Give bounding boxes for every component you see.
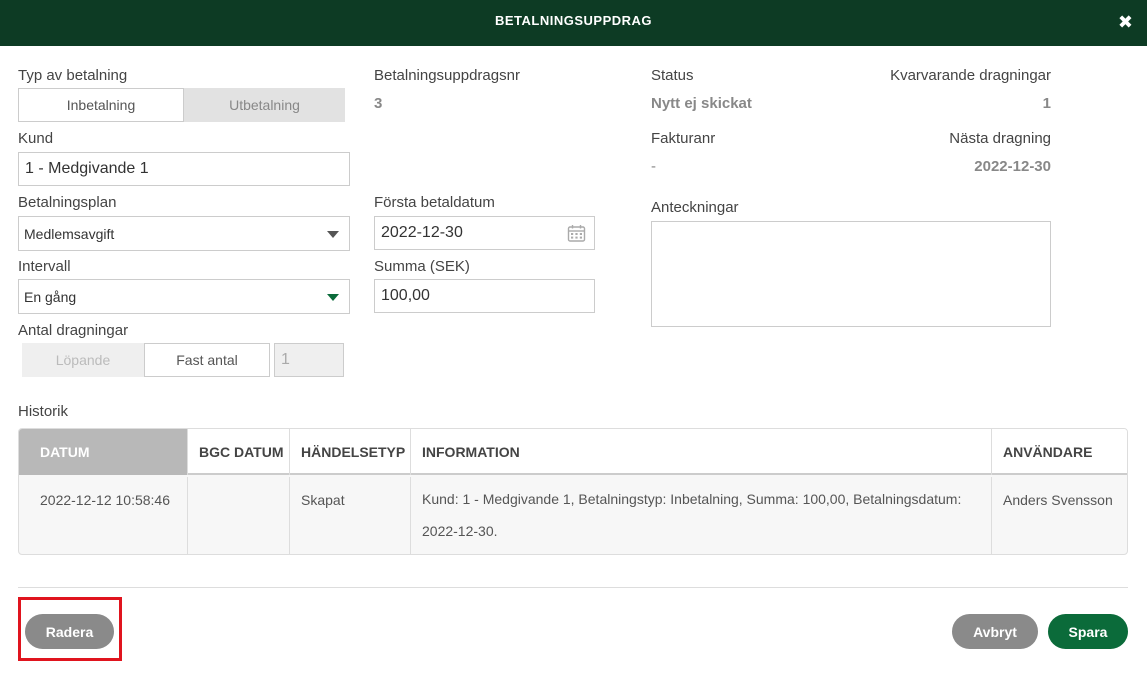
column-header-bgc-datum[interactable]: BGC DATUM [188,429,290,475]
interval-select[interactable]: En gång [18,279,350,314]
notes-label: Anteckningar [651,199,739,216]
dialog-header: BETALNINGSUPPDRAG ✖ [0,0,1147,46]
notes-textarea[interactable] [651,221,1051,327]
history-table: DATUM BGC DATUM HÄNDELSETYP INFORMATION … [18,428,1128,555]
table-cell-datum: 2022-12-12 10:58:46 [19,477,188,554]
customer-input[interactable]: 1 - Medgivande 1 [18,152,350,186]
chevron-down-icon [327,294,339,301]
column-header-handelsetyp[interactable]: HÄNDELSETYP [290,429,411,475]
withdrawals-count-input[interactable]: 1 [274,343,344,377]
first-pay-date-value: 2022-12-30 [381,224,463,241]
payment-plan-value: Medlemsavgift [24,225,115,242]
payment-type-utbetalning[interactable]: Utbetalning [184,88,345,122]
customer-label: Kund [18,130,54,147]
history-label: Historik [18,403,69,420]
order-number-value: 3 [374,95,383,112]
payment-type-inbetalning[interactable]: Inbetalning [18,88,184,122]
payment-plan-label: Betalningsplan [18,194,117,211]
first-pay-date-label: Första betaldatum [374,194,495,211]
withdrawals-lopande[interactable]: Löpande [22,343,144,377]
remaining-label: Kvarvarande dragningar [890,67,1051,84]
invoice-value: - [651,158,656,175]
table-cell-handelsetyp: Skapat [290,477,411,554]
dialog-title: BETALNINGSUPPDRAG [494,13,653,28]
invoice-label: Fakturanr [651,130,716,147]
next-withdrawal-label: Nästa dragning [949,130,1051,147]
column-header-datum[interactable]: DATUM [19,429,188,475]
save-button[interactable]: Spara [1048,614,1128,649]
history-table-header: DATUM BGC DATUM HÄNDELSETYP INFORMATION … [19,429,1127,475]
num-withdrawals-label: Antal dragningar [18,322,129,339]
remaining-value: 1 [1042,95,1051,112]
first-pay-date-input[interactable]: 2022-12-30 [374,216,595,250]
next-withdrawal-value: 2022-12-30 [974,158,1051,175]
calendar-icon[interactable] [567,224,586,243]
payment-type-label: Typ av betalning [18,67,128,84]
table-cell-bgc-datum [188,477,290,554]
column-header-anvandare[interactable]: ANVÄNDARE [992,429,1127,475]
interval-value: En gång [24,288,77,305]
chevron-down-icon [327,231,339,238]
interval-label: Intervall [18,258,71,275]
status-label: Status [651,67,694,84]
status-value: Nytt ej skickat [651,95,752,112]
delete-button[interactable]: Radera [25,614,114,649]
footer-divider [18,587,1128,588]
order-number-label: Betalningsuppdragsnr [374,67,520,84]
close-icon[interactable]: ✖ [1118,13,1133,31]
cancel-button[interactable]: Avbryt [952,614,1038,649]
table-cell-anvandare: Anders Svensson [1003,492,1113,508]
amount-label: Summa (SEK) [374,258,470,275]
table-cell-information: Kund: 1 - Medgivande 1, Betalningstyp: I… [411,477,992,554]
payment-plan-select[interactable]: Medlemsavgift [18,216,350,251]
amount-input[interactable]: 100,00 [374,279,595,313]
withdrawals-fast-antal[interactable]: Fast antal [144,343,270,377]
column-header-information[interactable]: INFORMATION [411,429,992,475]
